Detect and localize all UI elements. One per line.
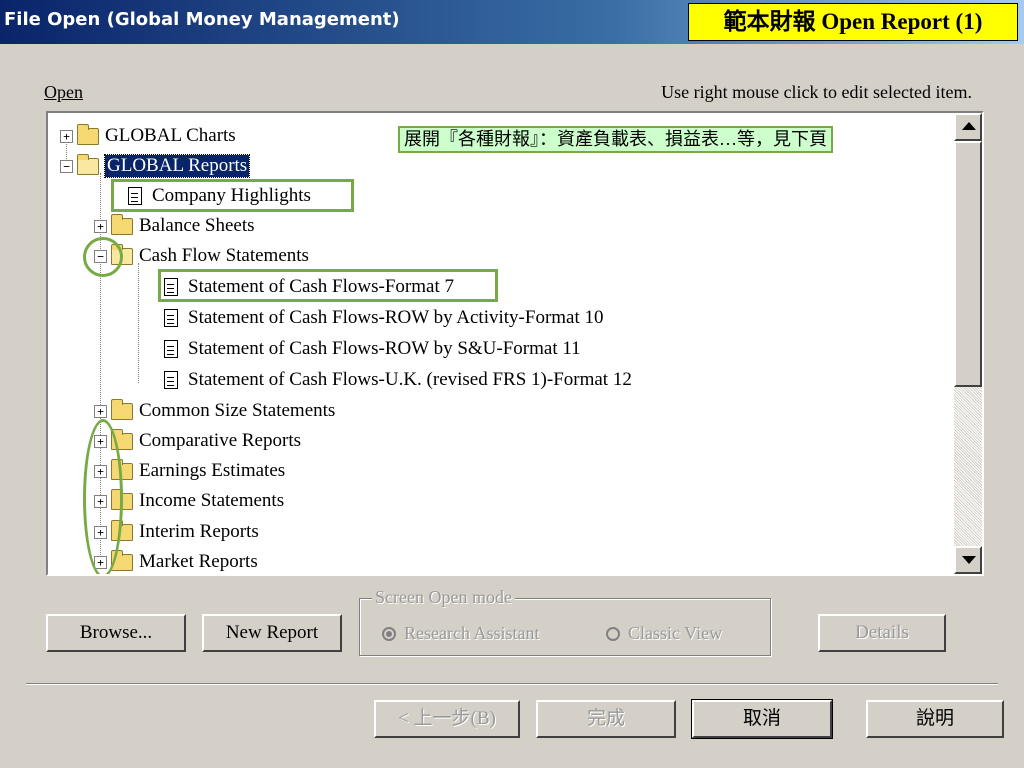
cancel-button[interactable]: 取消 — [691, 699, 833, 739]
radio-icon — [606, 626, 620, 641]
tree-item-cash-flow-statements[interactable]: − Cash Flow Statements — [94, 243, 309, 269]
new-report-button[interactable]: New Report — [202, 614, 342, 652]
tree-line — [138, 263, 139, 383]
tree-item-earnings-estimates[interactable]: + Earnings Estimates — [94, 458, 285, 484]
tree-item-format-11[interactable]: Statement of Cash Flows-ROW by S&U-Forma… — [164, 336, 581, 362]
expand-icon[interactable]: + — [94, 219, 107, 233]
finish-button[interactable]: 完成 — [536, 700, 676, 738]
tree-item-label: Market Reports — [139, 551, 258, 572]
document-icon — [164, 340, 178, 358]
report-badge: 範本財報 Open Report (1) — [688, 3, 1018, 41]
separator — [26, 683, 998, 685]
tree-item-comparative[interactable]: + Comparative Reports — [94, 428, 301, 454]
highlight-box — [158, 269, 498, 302]
tree-item-label: Statement of Cash Flows-U.K. (revised FR… — [188, 369, 632, 390]
report-tree[interactable]: + GLOBAL Charts − GLOBAL Reports Company… — [46, 111, 984, 576]
tree-item-global-charts[interactable]: + GLOBAL Charts — [60, 123, 236, 149]
folder-icon — [111, 213, 133, 235]
vertical-scrollbar[interactable] — [954, 113, 982, 574]
tree-item-balance-sheets[interactable]: + Balance Sheets — [94, 213, 255, 239]
tree-item-label: Earnings Estimates — [139, 460, 286, 481]
expand-icon[interactable]: + — [60, 129, 73, 143]
tree-item-market-reports[interactable]: + Market Reports — [94, 549, 258, 574]
highlight-box — [111, 179, 354, 212]
highlight-oval — [83, 419, 123, 574]
tree-item-label: Common Size Statements — [139, 400, 336, 421]
group-legend: Screen Open mode — [372, 587, 515, 608]
scroll-up-button[interactable] — [954, 113, 982, 141]
folder-icon — [77, 123, 99, 145]
tree-item-label: Cash Flow Statements — [139, 245, 309, 266]
radio-research-assistant[interactable]: Research Assistant — [382, 623, 539, 644]
scroll-thumb[interactable] — [954, 141, 982, 387]
collapse-icon[interactable]: − — [60, 159, 73, 173]
radio-label: Research Assistant — [404, 623, 540, 643]
arrow-down-icon — [962, 556, 976, 564]
tree-item-label: GLOBAL Reports — [103, 154, 251, 178]
radio-classic-view[interactable]: Classic View — [606, 623, 722, 644]
tree-item-label: Statement of Cash Flows-ROW by S&U-Forma… — [188, 338, 581, 359]
tree-item-label: Interim Reports — [139, 521, 259, 542]
document-icon — [164, 309, 178, 327]
highlight-oval — [83, 237, 123, 277]
tree-item-format-12[interactable]: Statement of Cash Flows-U.K. (revised FR… — [164, 367, 632, 393]
document-icon — [164, 371, 178, 389]
tree-item-common-size[interactable]: + Common Size Statements — [94, 398, 335, 424]
details-button[interactable]: Details — [818, 614, 946, 652]
open-label: Open — [44, 82, 83, 102]
tree-item-label: GLOBAL Charts — [105, 125, 236, 146]
browse-button[interactable]: Browse... — [46, 614, 186, 652]
back-button[interactable]: < 上一步(B) — [374, 700, 520, 738]
expand-icon[interactable]: + — [94, 404, 107, 418]
help-button[interactable]: 說明 — [866, 700, 1004, 738]
window-title: File Open (Global Money Management) — [4, 9, 400, 30]
tree-item-label: Balance Sheets — [139, 215, 255, 236]
tree-item-global-reports[interactable]: − GLOBAL Reports — [60, 153, 251, 179]
folder-open-icon — [77, 153, 99, 175]
arrow-up-icon — [962, 122, 976, 130]
radio-icon — [382, 626, 396, 641]
radio-label: Classic View — [628, 623, 723, 643]
annotation-callout: 展開『各種財報』：資產負載表、損益表…等，見下頁 — [398, 126, 833, 153]
title-bar: File Open (Global Money Management) 範本財報… — [0, 0, 1024, 44]
hint-text: Use right mouse click to edit selected i… — [661, 82, 972, 102]
tree-item-label: Income Statements — [139, 490, 285, 511]
scroll-down-button[interactable] — [954, 546, 982, 574]
folder-icon — [111, 398, 133, 420]
screen-open-mode-group: Screen Open mode Research Assistant Clas… — [359, 587, 771, 656]
tree-item-label: Comparative Reports — [139, 430, 301, 451]
tree-item-label: Statement of Cash Flows-ROW by Activity-… — [188, 307, 604, 328]
tree-item-format-10[interactable]: Statement of Cash Flows-ROW by Activity-… — [164, 305, 604, 331]
